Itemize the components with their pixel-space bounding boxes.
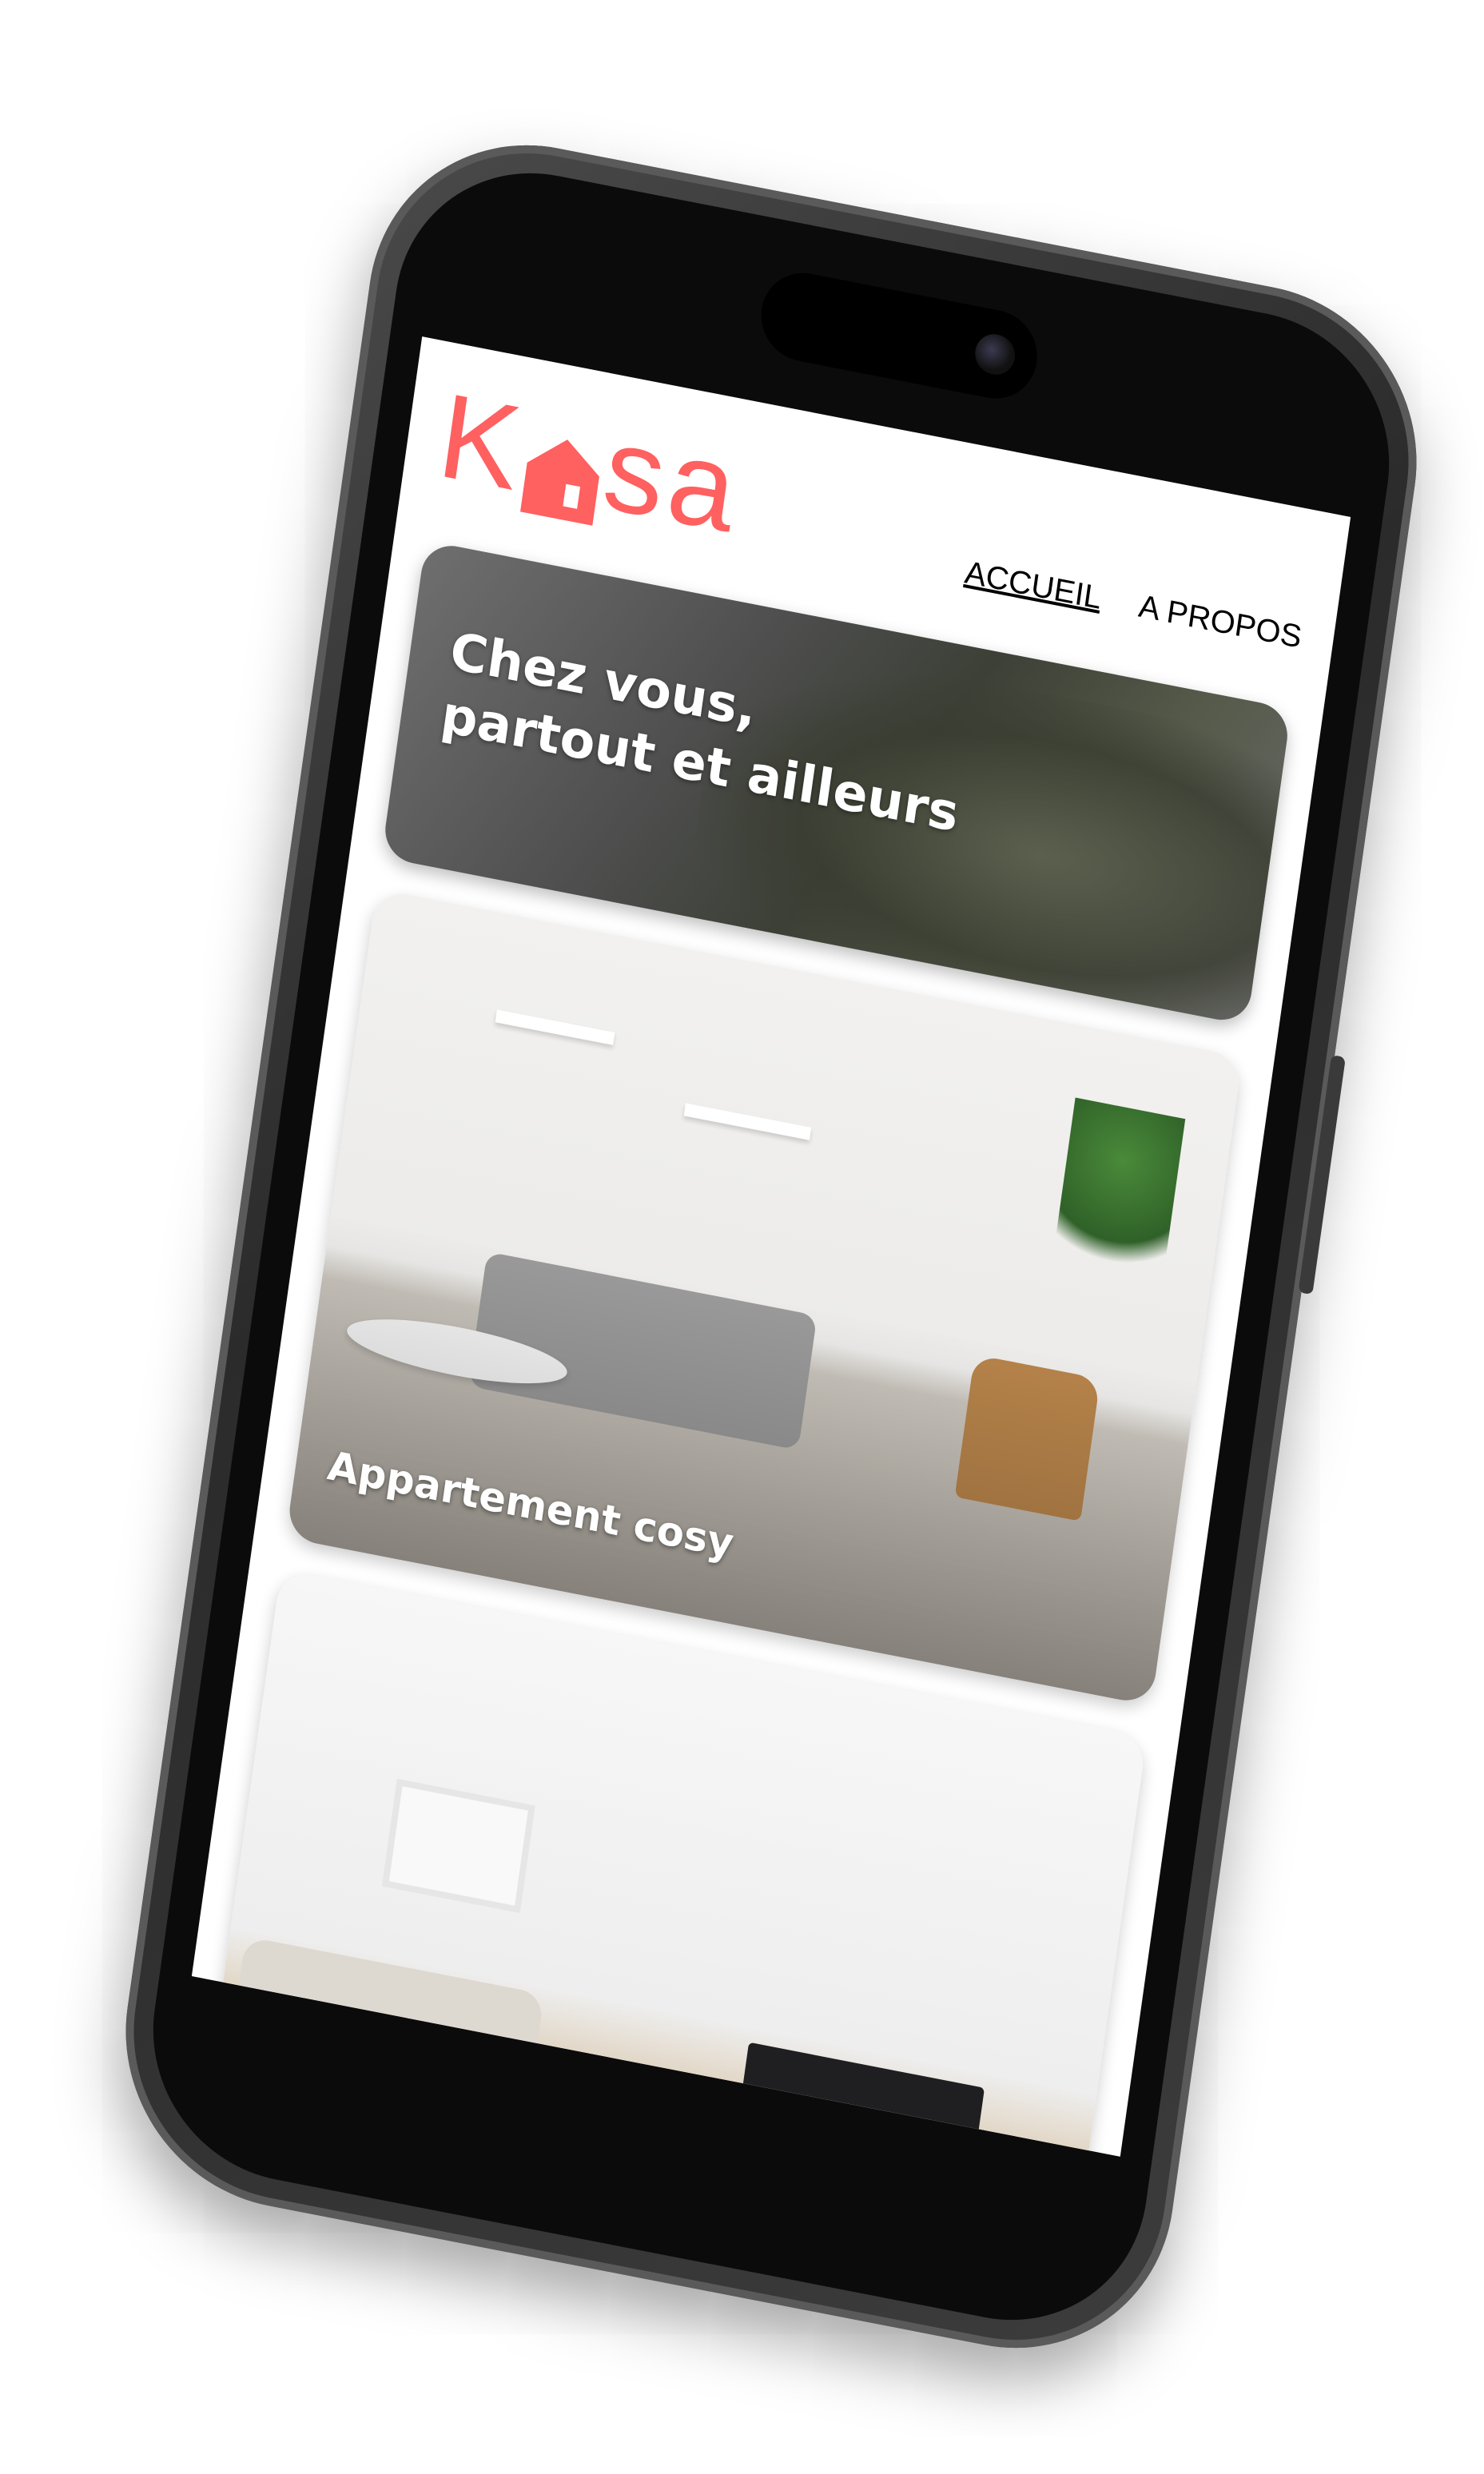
sofa-image <box>223 1936 545 2153</box>
phone-mockup: K sa ACCUEIL A PROPOS Chez vous, partout… <box>104 116 1438 2377</box>
nav-link-accueil[interactable]: ACCUEIL <box>963 555 1104 617</box>
tv-image <box>730 2042 985 2157</box>
wall-shelf <box>495 1009 615 1045</box>
hanging-plant <box>1051 1097 1186 1294</box>
app-screen: K sa ACCUEIL A PROPOS Chez vous, partout… <box>191 336 1351 2157</box>
logo-letters-sa: sa <box>596 399 750 559</box>
wall-shelf <box>683 1103 812 1140</box>
window-image <box>381 1778 535 1914</box>
listing-card[interactable]: Appartement cosy <box>285 889 1243 1706</box>
stage: K sa ACCUEIL A PROPOS Chez vous, partout… <box>0 0 1484 2474</box>
camera-icon <box>973 330 1018 379</box>
house-icon <box>519 412 607 526</box>
dynamic-island <box>755 265 1043 407</box>
nav-link-a-propos[interactable]: A PROPOS <box>1136 588 1303 655</box>
logo-letter-k: K <box>431 367 534 517</box>
kasa-logo[interactable]: K sa <box>431 367 750 559</box>
phone-bezel: K sa ACCUEIL A PROPOS Chez vous, partout… <box>134 148 1408 2345</box>
main-nav: ACCUEIL A PROPOS <box>963 483 1315 655</box>
side-button <box>1298 1054 1346 1295</box>
